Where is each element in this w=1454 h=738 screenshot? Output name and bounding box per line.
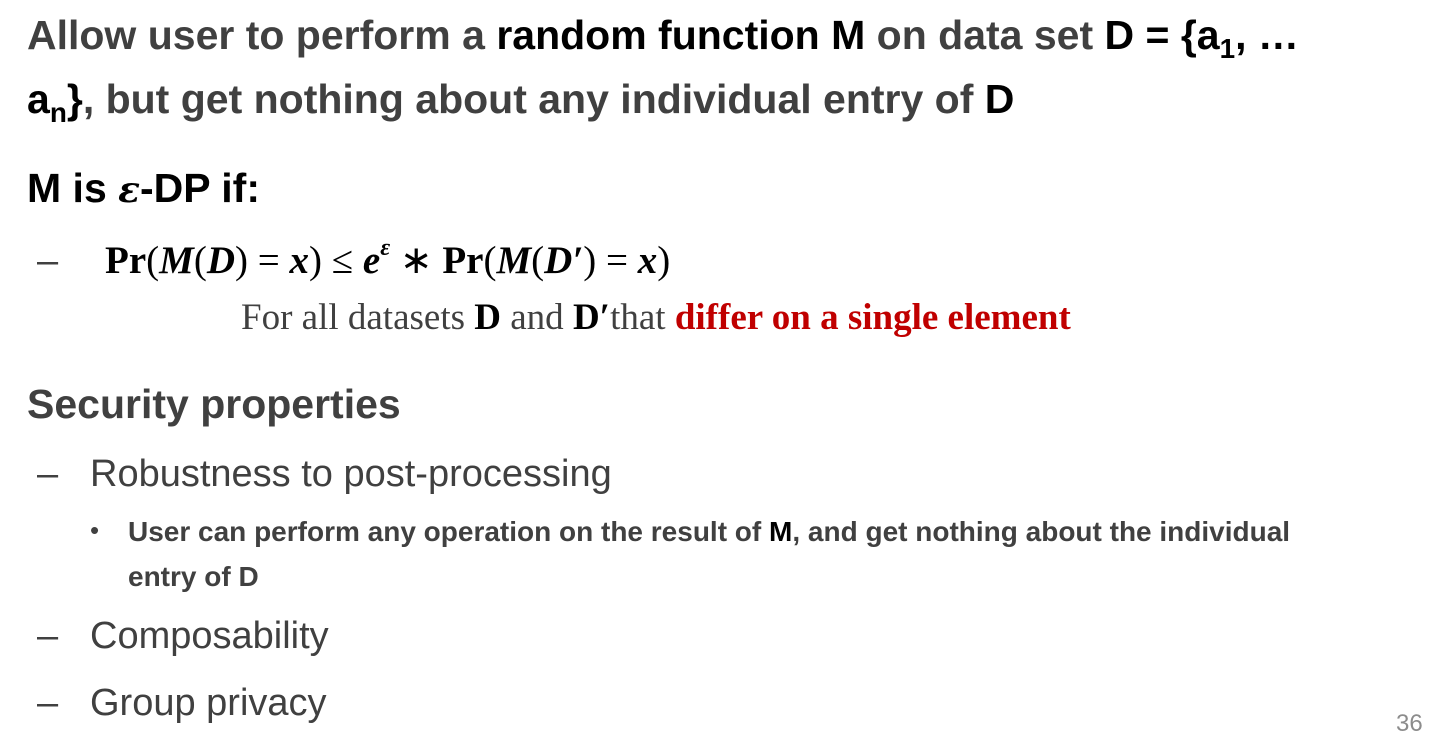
caption-highlight: differ on a single element <box>674 297 1071 338</box>
dp-m: M <box>27 165 62 211</box>
paren: ) <box>235 239 248 282</box>
leq: ≤ <box>322 239 363 282</box>
intro-text-1: Allow user to perform a <box>27 12 497 58</box>
subscript-1: 1 <box>1219 32 1236 64</box>
dash-bullet: – <box>37 682 59 724</box>
formula-caption: For all datasets D and D′that differ on … <box>241 296 1071 339</box>
dot-bullet: • <box>90 515 100 545</box>
intro-text-2: on data set <box>865 12 1105 58</box>
dataset-definition: D = {a1, … <box>1104 12 1299 62</box>
dataset-end: an} <box>27 76 83 126</box>
d-1: D <box>206 239 235 282</box>
sub-item-text-2: , and get nothing about the individual <box>792 516 1291 547</box>
dp-rest: -DP if: <box>140 165 260 211</box>
paren: ( <box>483 239 497 282</box>
dp-heading: M is ε-DP if: <box>27 165 260 212</box>
times: ∗ <box>390 239 443 282</box>
sub-item-m: M <box>769 516 793 547</box>
m-1: M <box>159 239 194 282</box>
d-prime: D′ <box>544 239 584 282</box>
item-robustness: Robustness to post-processing <box>90 453 612 495</box>
item-group-privacy: Group privacy <box>90 682 327 724</box>
dataset-d: D <box>984 76 1015 122</box>
pr-1: Pr <box>105 239 147 282</box>
paren: ( <box>193 239 207 282</box>
dash-bullet: – <box>37 453 59 495</box>
e-base: e <box>362 239 381 282</box>
random-function-term: random function M <box>496 12 866 58</box>
x-2: x <box>637 239 658 282</box>
epsilon-symbol: ε <box>118 169 141 211</box>
caption-that: that <box>610 297 675 338</box>
m-2: M <box>496 239 532 282</box>
paren: ( <box>531 239 545 282</box>
intro-line-2: an}, but get nothing about any individua… <box>27 76 1015 126</box>
dataset-close: } <box>66 76 83 122</box>
dash-bullet: – <box>37 615 59 657</box>
item-composability: Composability <box>90 615 329 657</box>
paren: ) <box>583 239 597 282</box>
sub-item-text: User can perform any operation on the re… <box>128 516 770 547</box>
paren: ) <box>309 239 322 282</box>
formula-dash: – <box>37 240 59 282</box>
page-number: 36 <box>1396 710 1423 737</box>
caption-d: D <box>474 297 501 338</box>
equals: = <box>248 239 290 282</box>
pr-2: Pr <box>442 239 484 282</box>
dataset-ellipsis: , … <box>1235 12 1299 58</box>
dp-is: is <box>61 165 119 211</box>
equals: = <box>596 239 638 282</box>
caption-and: and <box>501 297 573 338</box>
paren: ( <box>146 239 160 282</box>
epsilon-exponent: ε <box>380 233 391 261</box>
intro-line-1: Allow user to perform a random function … <box>27 12 1299 62</box>
caption-text: For all datasets <box>241 297 475 338</box>
sub-item-line-2: entry of D <box>128 561 259 592</box>
x-1: x <box>289 239 310 282</box>
dp-formula: Pr(M(D) = x) ≤ eε ∗ Pr(M(D′) = x) <box>105 235 671 283</box>
dataset-last-element: a <box>27 76 50 122</box>
intro-text-3: , but get nothing about any individual e… <box>82 76 985 122</box>
subscript-n: n <box>49 96 67 128</box>
security-heading: Security properties <box>27 381 401 427</box>
sub-item-line-1: User can perform any operation on the re… <box>128 516 1290 548</box>
paren: ) <box>657 239 671 282</box>
dataset-open: D = {a <box>1104 12 1220 58</box>
caption-d-prime: D′ <box>572 297 611 338</box>
